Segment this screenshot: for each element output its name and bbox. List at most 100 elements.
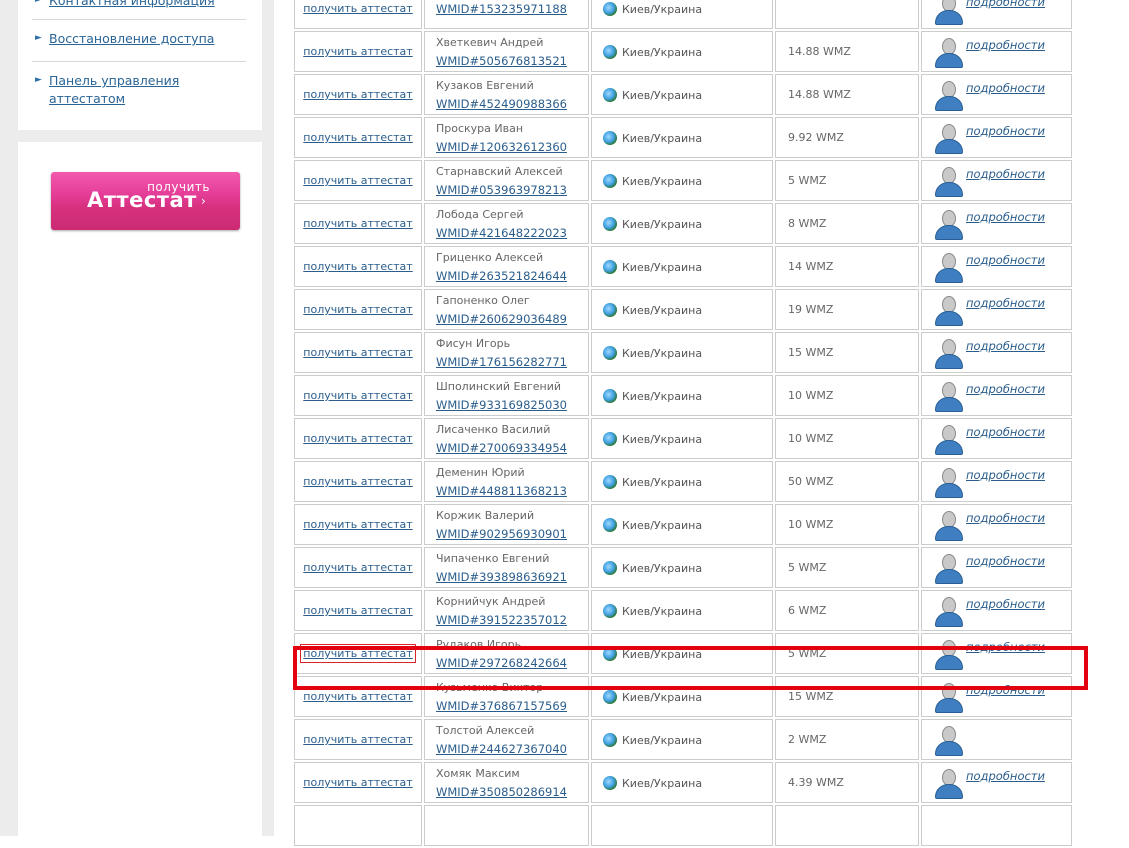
user-avatar-icon[interactable] xyxy=(934,381,963,412)
details-link[interactable]: подробности xyxy=(966,38,1045,52)
user-avatar-icon[interactable] xyxy=(934,596,963,627)
details-link[interactable]: подробности xyxy=(966,640,1045,654)
get-attestat-link[interactable]: получить аттестат xyxy=(303,45,412,58)
wmid-link[interactable]: WMID#153235971188 xyxy=(436,0,588,18)
table-row: получить аттестат Корнийчук Андрей WMID#… xyxy=(294,590,1072,631)
user-avatar-icon[interactable] xyxy=(934,166,963,197)
wmid-link[interactable]: WMID#452490988366 xyxy=(436,95,588,113)
sidebar-link-contacts[interactable]: Контактная информация xyxy=(49,0,246,10)
person-name: Толстой Алексей xyxy=(436,723,535,737)
get-attestat-link[interactable]: получить аттестат xyxy=(303,174,412,187)
user-avatar-icon[interactable] xyxy=(934,768,963,799)
details-link[interactable]: подробности xyxy=(966,425,1045,439)
get-attestat-link[interactable]: получить аттестат xyxy=(303,518,412,531)
wmid-link[interactable]: WMID#297268242664 xyxy=(436,654,588,672)
amount-text: 15 WMZ xyxy=(788,690,834,703)
sidebar-link-restore-access[interactable]: Восстановление доступа xyxy=(49,30,246,48)
wmid-link[interactable]: WMID#391522357012 xyxy=(436,611,588,629)
user-avatar-icon[interactable] xyxy=(934,639,963,670)
get-attestat-link[interactable]: получить аттестат xyxy=(303,776,412,789)
wmid-link[interactable]: WMID#376867157569 xyxy=(436,697,588,715)
cell-location: Киев/Украина xyxy=(591,762,773,803)
sidebar-item-restore-access[interactable]: ► Восстановление доступа xyxy=(32,30,246,62)
wmid-link[interactable]: WMID#270069334954 xyxy=(436,439,588,457)
user-avatar-icon[interactable] xyxy=(934,510,963,541)
get-attestat-link[interactable]: получить аттестат xyxy=(303,2,412,15)
get-attestat-link[interactable]: получить аттестат xyxy=(303,260,412,273)
get-attestat-link[interactable]: получить аттестат xyxy=(303,690,412,703)
details-link[interactable]: подробности xyxy=(966,296,1045,310)
details-link[interactable]: подробности xyxy=(966,597,1045,611)
user-avatar-icon[interactable] xyxy=(934,338,963,369)
amount-text: 10 WMZ xyxy=(788,432,834,445)
cell-get-attestat: получить аттестат xyxy=(294,160,422,201)
details-link[interactable]: подробности xyxy=(966,683,1045,697)
cell-location: Киев/Украина xyxy=(591,375,773,416)
get-attestat-link[interactable]: получить аттестат xyxy=(303,217,412,230)
person-name: Лобода Сергей xyxy=(436,207,524,221)
sidebar-link-attestat-panel[interactable]: Панель управления аттестатом xyxy=(49,72,246,108)
location-text: Киев/Украина xyxy=(622,432,703,446)
cell-amount: 14.88 WMZ xyxy=(775,74,919,115)
user-avatar-icon[interactable] xyxy=(934,37,963,68)
location-text: Киев/Украина xyxy=(622,2,703,16)
user-avatar-icon[interactable] xyxy=(934,295,963,326)
wmid-link[interactable]: WMID#350850286914 xyxy=(436,783,588,801)
get-attestat-link[interactable]: получить аттестат xyxy=(303,475,412,488)
sidebar-item-attestat-panel[interactable]: ► Панель управления аттестатом xyxy=(32,72,246,122)
wmid-link[interactable]: WMID#244627367040 xyxy=(436,740,588,758)
details-link[interactable]: подробности xyxy=(966,468,1045,482)
get-attestat-link[interactable]: получить аттестат xyxy=(303,432,412,445)
get-attestat-link[interactable]: получить аттестат xyxy=(303,561,412,574)
wmid-link[interactable]: WMID#176156282771 xyxy=(436,353,588,371)
wmid-link[interactable]: WMID#421648222023 xyxy=(436,224,588,242)
get-attestat-link[interactable]: получить аттестат xyxy=(303,604,412,617)
get-attestat-promo-button[interactable]: получить Аттестат › xyxy=(51,172,240,230)
get-attestat-link[interactable]: получить аттестат xyxy=(303,389,412,402)
user-avatar-icon[interactable] xyxy=(934,553,963,584)
user-avatar-icon[interactable] xyxy=(934,682,963,713)
user-avatar-icon[interactable] xyxy=(934,0,963,25)
user-avatar-icon[interactable] xyxy=(934,123,963,154)
details-link[interactable]: подробности xyxy=(966,81,1045,95)
details-link[interactable]: подробности xyxy=(966,253,1045,267)
get-attestat-link[interactable]: получить аттестат xyxy=(303,131,412,144)
user-avatar-icon[interactable] xyxy=(934,725,963,756)
details-link[interactable]: подробности xyxy=(966,210,1045,224)
globe-icon xyxy=(603,560,617,575)
cell-amount xyxy=(775,805,919,846)
get-attestat-link[interactable]: получить аттестат xyxy=(303,303,412,316)
person-name: Рудаков Игорь xyxy=(436,637,522,651)
get-attestat-link[interactable]: получить аттестат xyxy=(300,644,416,663)
details-link[interactable]: подробности xyxy=(966,554,1045,568)
wmid-link[interactable]: WMID#120632612360 xyxy=(436,138,588,156)
wmid-link[interactable]: WMID#933169825030 xyxy=(436,396,588,414)
user-avatar-icon[interactable] xyxy=(934,424,963,455)
details-link[interactable]: подробности xyxy=(966,339,1045,353)
person-name: Кузьменко Виктор xyxy=(436,680,544,694)
user-avatar-icon[interactable] xyxy=(934,209,963,240)
wmid-link[interactable]: WMID#263521824644 xyxy=(436,267,588,285)
wmid-link[interactable]: WMID#505676813521 xyxy=(436,52,588,70)
wmid-link[interactable]: WMID#902956930901 xyxy=(436,525,588,543)
details-link[interactable]: подробности xyxy=(966,124,1045,138)
details-link[interactable]: подробности xyxy=(966,769,1045,783)
details-link[interactable]: подробности xyxy=(966,167,1045,181)
wmid-link[interactable]: WMID#448811368213 xyxy=(436,482,588,500)
details-link[interactable]: подробности xyxy=(966,511,1045,525)
window-edge xyxy=(1115,0,1129,836)
get-attestat-link[interactable]: получить аттестат xyxy=(303,733,412,746)
wmid-link[interactable]: WMID#393898636921 xyxy=(436,568,588,586)
wmid-link[interactable]: WMID#260629036489 xyxy=(436,310,588,328)
get-attestat-link[interactable]: получить аттестат xyxy=(303,346,412,359)
details-link[interactable]: подробности xyxy=(966,382,1045,396)
get-attestat-link[interactable]: получить аттестат xyxy=(303,88,412,101)
cell-name xyxy=(424,805,589,846)
person-name: Корнийчук Андрей xyxy=(436,594,546,608)
user-avatar-icon[interactable] xyxy=(934,80,963,111)
user-avatar-icon[interactable] xyxy=(934,252,963,283)
details-link[interactable]: подробности xyxy=(966,0,1045,9)
user-avatar-icon[interactable] xyxy=(934,467,963,498)
wmid-link[interactable]: WMID#053963978213 xyxy=(436,181,588,199)
sidebar-item-contacts[interactable]: ► Контактная информация xyxy=(32,0,246,20)
